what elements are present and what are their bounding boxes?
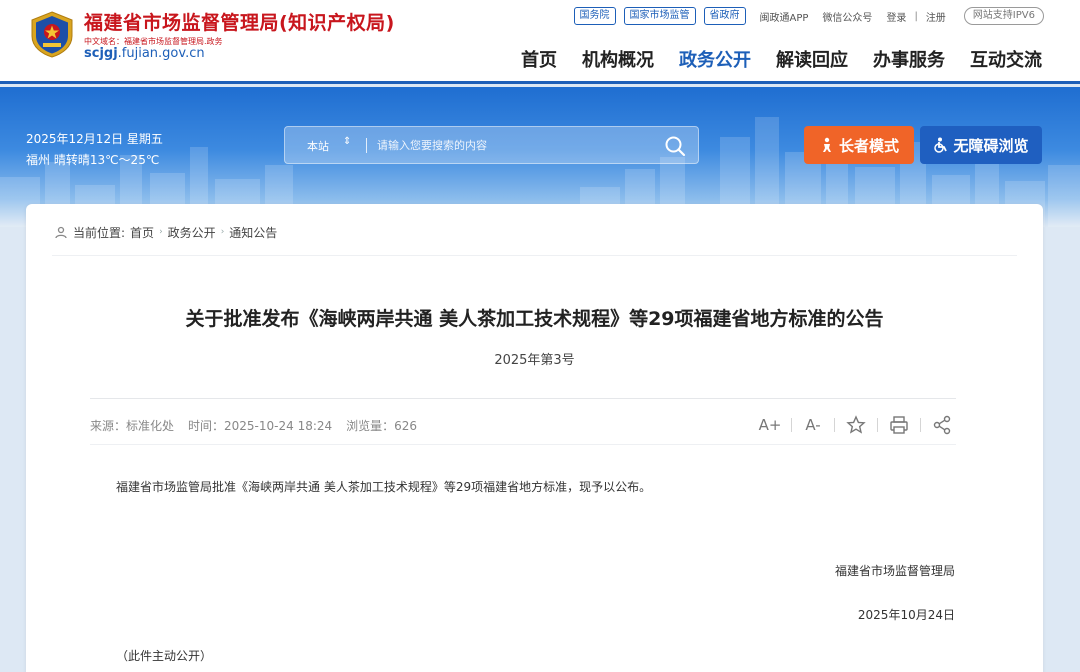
article-meta: 来源：标准化处 时间：2025-10-24 18:24 浏览量：626 <box>90 417 417 434</box>
nav-organization[interactable]: 机构概况 <box>582 46 654 72</box>
breadcrumb-prefix: 当前位置: <box>73 225 126 240</box>
public-disclosure-note: （此件主动公开） <box>116 649 213 663</box>
article-card: 当前位置: 首页 › 政务公开 › 通知公告 关于批准发布《海峡两岸共通 美人茶… <box>26 204 1043 672</box>
link-province-gov[interactable]: 省政府 <box>703 7 746 25</box>
scope-toggle-icon[interactable]: ⇕ <box>343 136 351 147</box>
breadcrumb-government-affairs[interactable]: 政务公开 <box>168 224 216 241</box>
link-app[interactable]: 闽政通APP <box>760 9 809 24</box>
elder-mode-label: 长者模式 <box>838 136 899 155</box>
login-divider: | <box>914 10 918 22</box>
print-icon[interactable] <box>888 414 910 436</box>
english-domain[interactable]: scjgj.fujian.gov.cn <box>84 46 205 61</box>
tool-divider <box>791 418 792 432</box>
divider <box>90 398 956 399</box>
document-number: 2025年第3号 <box>494 353 575 368</box>
divider <box>52 255 1017 256</box>
signature-date: 2025年10月24日 <box>857 608 955 622</box>
share-icon[interactable] <box>931 414 953 436</box>
nav-interaction[interactable]: 互动交流 <box>970 46 1042 72</box>
register-link[interactable]: 注册 <box>926 9 946 24</box>
location-icon <box>55 226 67 239</box>
font-decrease-icon[interactable]: A- <box>802 414 824 436</box>
nav-services[interactable]: 办事服务 <box>873 46 945 72</box>
search-scope-select[interactable]: 本站 <box>307 138 329 154</box>
site-title[interactable]: 福建省市场监督管理局(知识产权局) <box>84 8 395 35</box>
link-samr[interactable]: 国家市场监管 <box>623 7 696 25</box>
link-state-council[interactable]: 国务院 <box>573 7 616 25</box>
search-input[interactable] <box>377 135 637 155</box>
main-nav: 首页 机构概况 政务公开 解读回应 办事服务 互动交流 <box>521 46 1042 72</box>
breadcrumb-home[interactable]: 首页 <box>130 224 154 241</box>
chevron-right-icon: › <box>220 227 225 237</box>
breadcrumb-notices[interactable]: 通知公告 <box>229 224 277 241</box>
domain-suffix: .fujian.gov.cn <box>117 46 205 61</box>
tool-divider <box>920 418 921 432</box>
weather-info: 福州 晴转晴13℃～25℃ <box>26 153 160 167</box>
date-weather: 2025年12月12日 星期五 福州 晴转晴13℃～25℃ <box>26 129 163 171</box>
star-favorite-icon[interactable] <box>845 414 867 436</box>
article-title: 关于批准发布《海峡两岸共通 美人茶加工技术规程》等29项福建省地方标准的公告 <box>185 308 884 330</box>
search-divider <box>366 138 367 153</box>
elder-mode-button[interactable]: 长者模式 <box>804 126 914 164</box>
article-tools: A+ A- <box>759 414 953 436</box>
site-header: 福建省市场监督管理局(知识产权局) 中文域名：福建省市场监督管理局.政务 scj… <box>0 0 1080 84</box>
link-wechat[interactable]: 微信公众号 <box>822 9 872 24</box>
font-increase-icon[interactable]: A+ <box>759 414 782 436</box>
login-link[interactable]: 登录 <box>886 9 906 24</box>
domain-prefix: scjgj <box>84 46 118 61</box>
ipv6-badge: 网站支持IPV6 <box>963 7 1044 25</box>
breadcrumb: 当前位置: 首页 › 政务公开 › 通知公告 <box>54 223 277 241</box>
tool-divider <box>834 418 835 432</box>
article-time: 时间：2025-10-24 18:24 <box>188 419 333 433</box>
accessibility-button[interactable]: 无障碍浏览 <box>920 126 1042 164</box>
elder-icon <box>822 137 831 152</box>
article-views: 浏览量：626 <box>346 419 418 433</box>
nav-home[interactable]: 首页 <box>521 46 557 72</box>
signature-organization: 福建省市场监督管理局 <box>834 564 955 578</box>
search-bar: 本站 ⇕ <box>284 126 699 164</box>
emblem-logo-icon[interactable] <box>28 10 76 58</box>
accessibility-label: 无障碍浏览 <box>953 136 1029 155</box>
nav-interpretation[interactable]: 解读回应 <box>776 46 848 72</box>
article-body: 福建省市场监管局批准《海峡两岸共通 美人茶加工技术规程》等29项福建省地方标准，… <box>116 480 652 494</box>
divider <box>90 444 956 445</box>
top-links-bar: 国务院 国家市场监管 省政府 闽政通APP 微信公众号 登录 | 注册 网站支持… <box>573 7 1044 25</box>
nav-government-affairs[interactable]: 政务公开 <box>679 46 751 72</box>
article-source: 来源：标准化处 <box>90 419 175 433</box>
chevron-right-icon: › <box>159 227 163 237</box>
current-date: 2025年12月12日 星期五 <box>26 132 163 146</box>
wheelchair-icon <box>934 137 948 153</box>
tool-divider <box>877 418 878 432</box>
search-icon[interactable] <box>664 135 686 157</box>
